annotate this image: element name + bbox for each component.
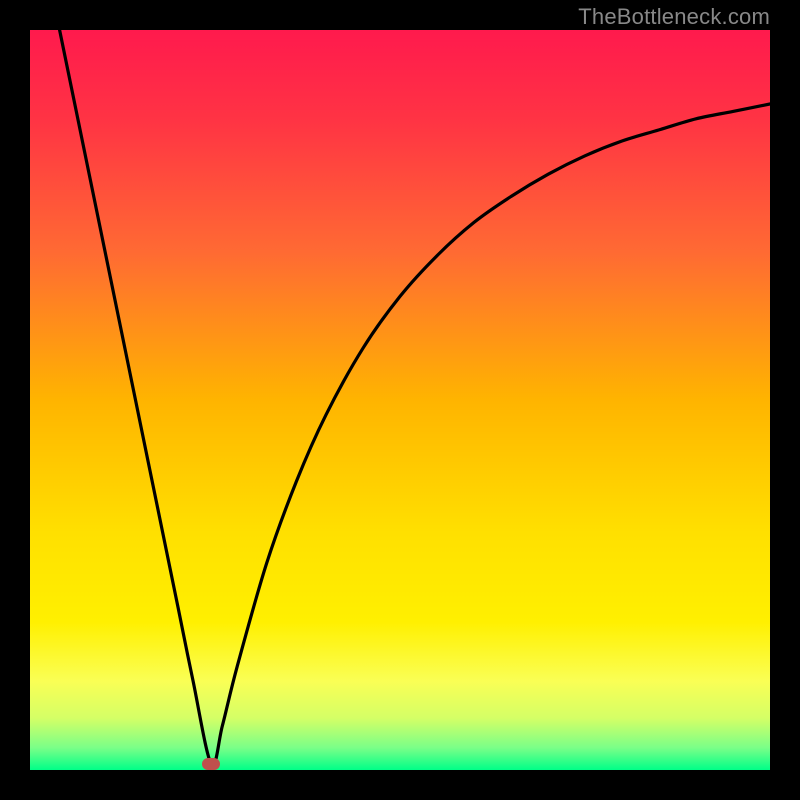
plot-area [30,30,770,770]
watermark-text: TheBottleneck.com [578,4,770,30]
bottleneck-curve [30,30,770,770]
chart-frame: TheBottleneck.com [0,0,800,800]
optimal-point-marker [202,758,220,770]
